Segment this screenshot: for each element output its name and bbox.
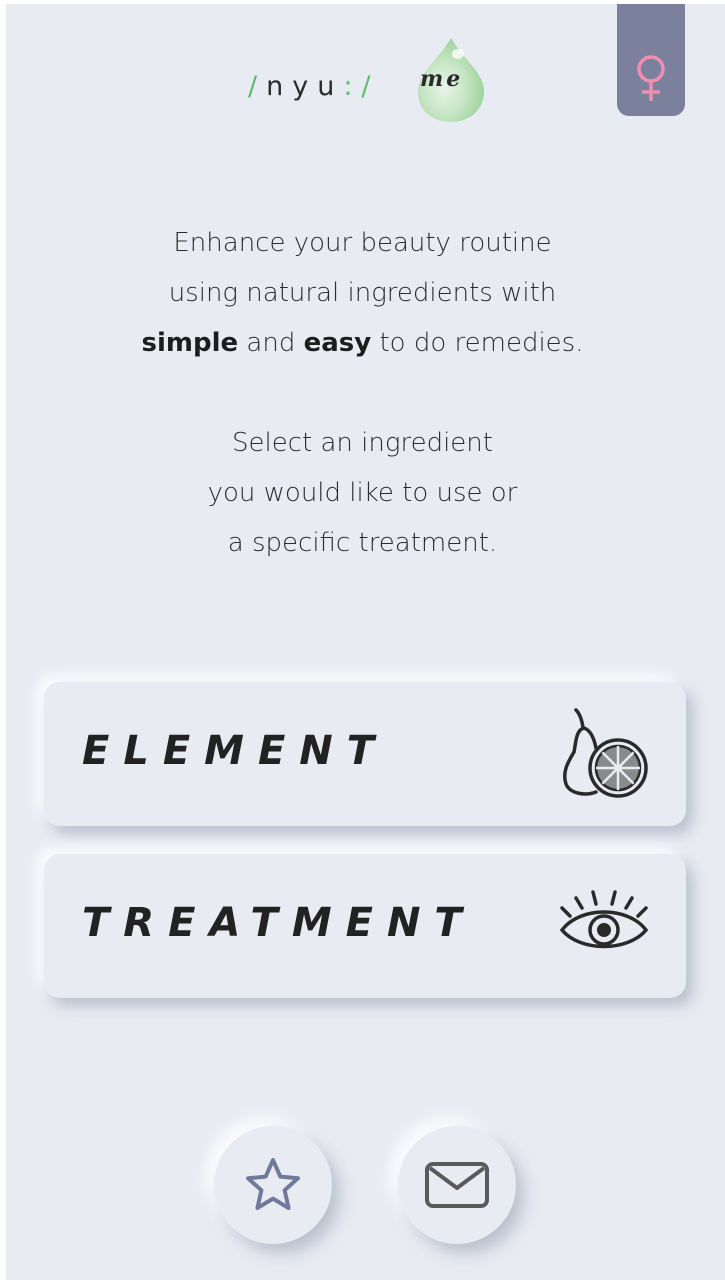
element-option-button[interactable]: ELEMENT (44, 682, 686, 826)
element-label: ELEMENT (82, 728, 389, 774)
intro-line-3: simple and easy to do remedies. (6, 318, 719, 368)
logo-slash-right: / (361, 70, 380, 102)
logo-suffix: me (420, 66, 464, 92)
intro-line-6: a specific treatment. (227, 528, 498, 558)
logo-slash-left: / (248, 70, 267, 102)
logo-brand: nyu (266, 70, 344, 102)
intro-line-1: Enhance your beauty routine (173, 228, 552, 258)
treatment-option-button[interactable]: TREATMENT (44, 854, 686, 998)
favorites-button[interactable] (214, 1126, 332, 1244)
eye-icon (559, 890, 649, 949)
intro-text: Enhance your beauty routine using natura… (6, 218, 719, 568)
logo-colon: : (343, 70, 362, 102)
star-icon (246, 1158, 300, 1210)
app-screen: / nyu : / me Enhance your beauty routine… (6, 4, 725, 1280)
intro-line-3-end: to do remedies. (379, 328, 584, 358)
intro-bold-simple: simple (141, 328, 239, 358)
contact-button[interactable] (398, 1126, 516, 1244)
intro-line-2: using natural ingredients with (168, 278, 557, 308)
mail-icon (425, 1162, 489, 1208)
intro-and: and (246, 328, 296, 358)
pear-orange-icon (562, 708, 648, 798)
intro-bold-easy: easy (303, 328, 372, 358)
gender-toggle-tab[interactable] (617, 4, 685, 116)
intro-line-5: you would like to use or (207, 478, 518, 508)
intro-line-4: Select an ingredient (232, 428, 493, 458)
treatment-label: TREATMENT (82, 900, 476, 946)
app-logo: / nyu : / (248, 56, 380, 116)
female-symbol-icon (637, 55, 665, 101)
